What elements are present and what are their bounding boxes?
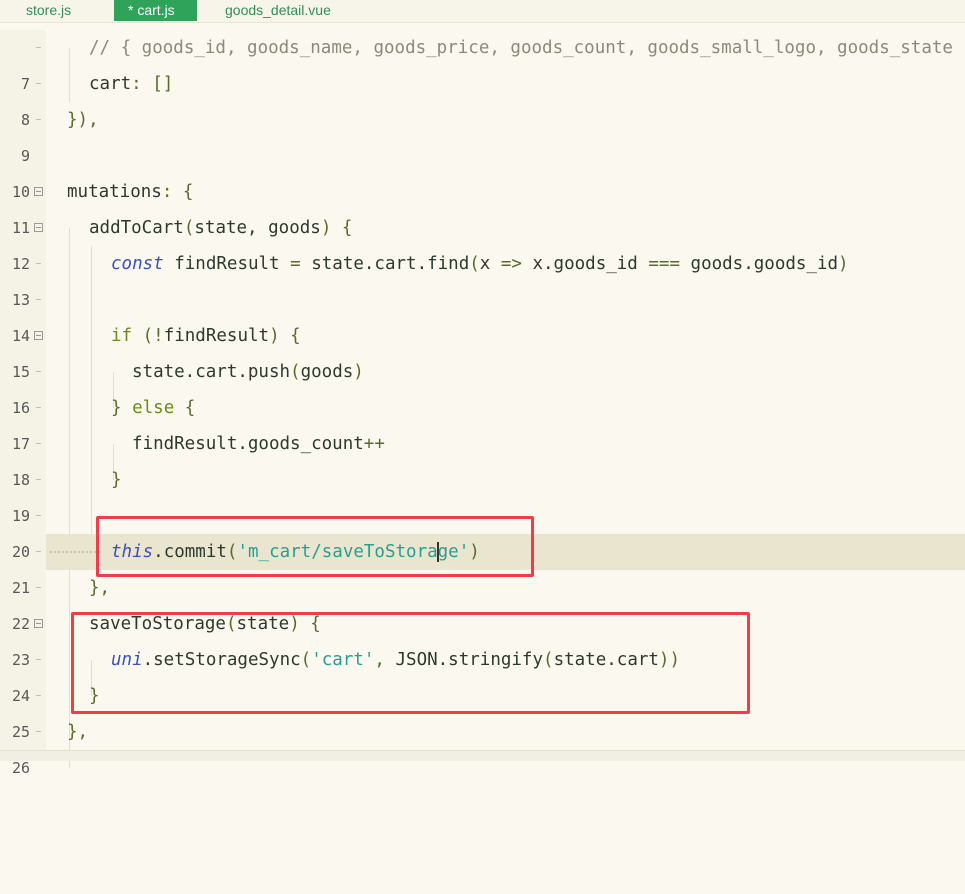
code-line[interactable]: 15 if (!findResult) { [0, 318, 965, 381]
code-text: state.cart.push(goods) [132, 362, 364, 382]
fold-collapse-icon[interactable] [34, 619, 43, 628]
annotation-box-save-to-storage [71, 612, 750, 714]
fold-collapse-icon[interactable] [34, 331, 43, 340]
code-text: if (!findResult) { [111, 326, 301, 346]
code-text: }, [67, 722, 89, 742]
tab-cart-js[interactable]: * cart.js [114, 0, 197, 21]
annotation-box-commit [96, 516, 534, 577]
code-text: } [111, 470, 122, 490]
gutter-tick [36, 659, 41, 660]
gutter-tick [36, 731, 41, 732]
code-line[interactable]: 26 }, [0, 714, 965, 777]
code-text: findResult.goods_count++ [132, 434, 385, 454]
code-editor[interactable]: 7 // { goods_id, goods_name, goods_price… [0, 30, 965, 777]
code-line[interactable]: 13 const findResult = state.cart.find(x … [0, 246, 965, 309]
gutter-tick [36, 83, 41, 84]
gutter-tick [36, 443, 41, 444]
code-text: addToCart(state, goods) { [89, 218, 353, 238]
gutter-tick [36, 587, 41, 588]
gutter-tick [36, 407, 41, 408]
tab-goods-detail-vue[interactable]: goods_detail.vue [225, 0, 331, 21]
code-text: const findResult = state.cart.find(x => … [111, 254, 849, 274]
code-line[interactable]: 7 // { goods_id, goods_name, goods_price… [0, 30, 965, 93]
tab-store-js[interactable]: store.js [26, 0, 71, 21]
code-line[interactable]: 10 [0, 138, 965, 201]
gutter-tick [36, 371, 41, 372]
gutter-tick [36, 479, 41, 480]
gutter-tick [36, 515, 41, 516]
gutter-tick [36, 299, 41, 300]
code-line[interactable]: 17 } else { [0, 390, 965, 453]
code-line[interactable]: 16 state.cart.push(goods) [0, 354, 965, 417]
gutter-tick [36, 47, 41, 48]
horizontal-scrollbar[interactable] [0, 750, 965, 761]
code-text: } else { [111, 398, 196, 418]
fold-collapse-icon[interactable] [34, 187, 43, 196]
code-line[interactable]: 8 cart: [] [0, 66, 965, 129]
whitespace-marker [50, 551, 100, 553]
fold-collapse-icon[interactable] [34, 223, 43, 232]
code-text: }), [67, 110, 99, 130]
code-text: cart: [] [89, 74, 174, 94]
code-line[interactable]: 14 [0, 282, 965, 345]
code-line[interactable]: 18 findResult.goods_count++ [0, 426, 965, 489]
code-text: mutations: { [67, 182, 194, 202]
gutter-tick [36, 551, 41, 552]
code-line[interactable]: 19 } [0, 462, 965, 525]
code-line[interactable]: 11 mutations: { [0, 174, 965, 237]
gutter-tick [36, 119, 41, 120]
code-line[interactable]: 9 }), [0, 102, 965, 165]
gutter-tick [36, 695, 41, 696]
gutter-tick [36, 263, 41, 264]
code-text: // { goods_id, goods_name, goods_price, … [89, 38, 953, 58]
code-line[interactable]: 12 addToCart(state, goods) { [0, 210, 965, 273]
tab-bar: store.js * cart.js goods_detail.vue [0, 0, 965, 23]
